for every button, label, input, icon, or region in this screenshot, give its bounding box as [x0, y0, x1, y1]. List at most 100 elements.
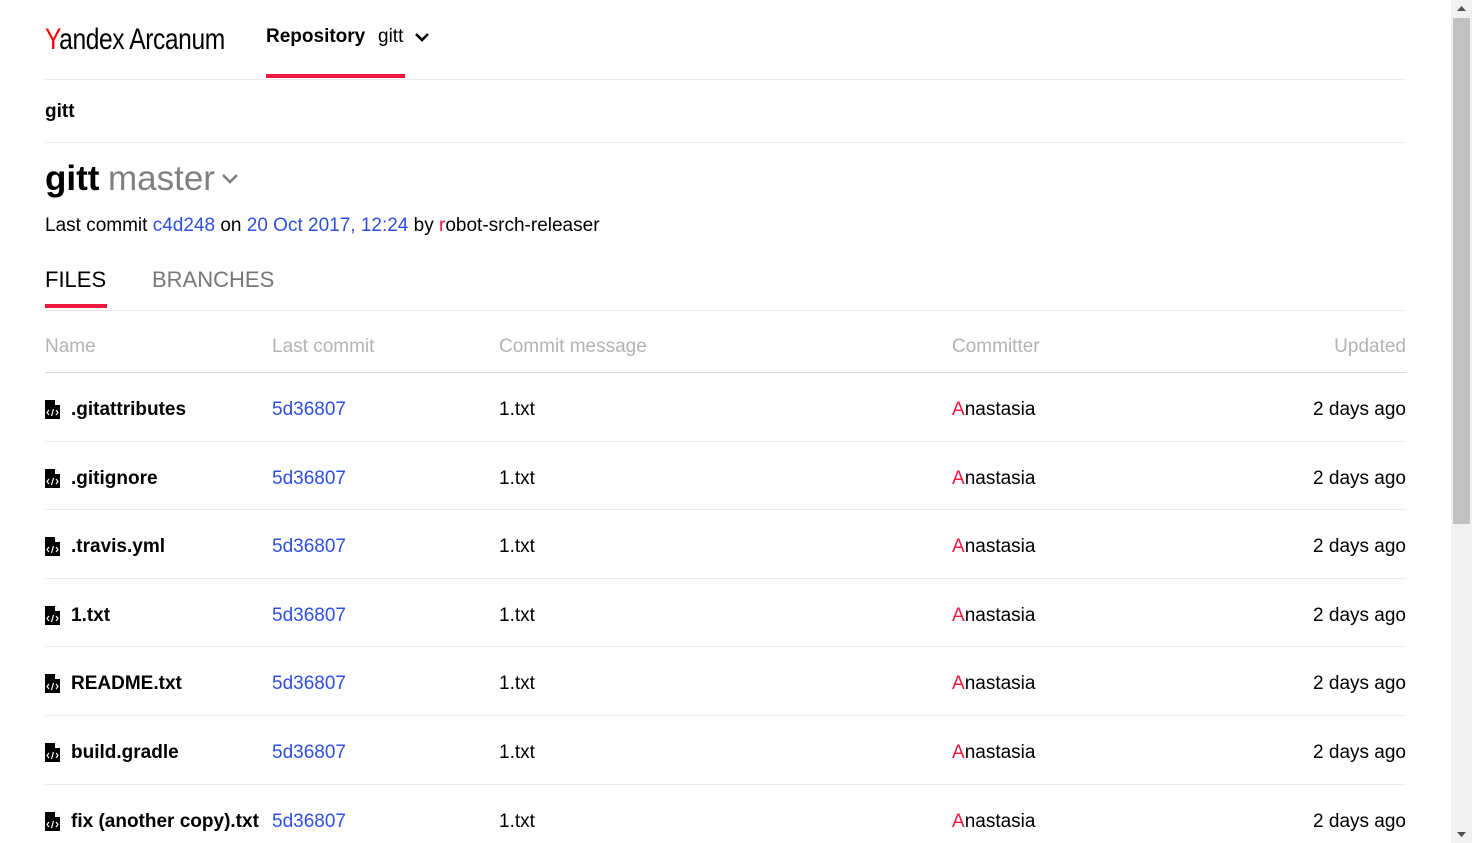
committer-link[interactable]: Anastasia	[952, 604, 1035, 628]
author-rest: obot-srch-releaser	[445, 215, 600, 236]
table-row: build.gradle 5d36807 1.txt Anastasia 2 days …	[45, 716, 1406, 785]
commit-message: 1.txt	[499, 810, 535, 832]
breadcrumb-item[interactable]: gitt	[45, 100, 75, 124]
file-code-icon	[45, 400, 60, 419]
updated-time: 2 days ago	[1313, 673, 1406, 695]
committer-rest: nastasia	[964, 741, 1036, 763]
commit-message: 1.txt	[499, 399, 535, 420]
logo-brand-initial: Y	[45, 23, 60, 56]
commit-hash-link[interactable]: 5d36807	[272, 467, 346, 491]
committer-initial: A	[952, 673, 965, 695]
commit-message: 1.txt	[499, 536, 535, 558]
branch-selector[interactable]: master	[108, 159, 215, 199]
table-body: .gitattributes 5d36807 1.txt Anastasia 2 day…	[45, 373, 1406, 843]
last-commit-prefix: Last commit	[45, 215, 148, 236]
tab-files[interactable]: FILES	[45, 267, 106, 293]
committer-initial: A	[952, 604, 965, 626]
committer-link[interactable]: Anastasia	[952, 741, 1035, 765]
repo-name: gitt	[45, 159, 100, 198]
file-name: README.txt	[71, 673, 182, 695]
file-code-icon	[45, 674, 60, 694]
table-row: 1.txt 5d36807 1.txt Anastasia 2 days ago	[45, 579, 1406, 648]
repository-selector-label: Repository	[266, 26, 366, 47]
scrollbar-thumb[interactable]	[1453, 18, 1470, 524]
file-name: .gitattributes	[71, 399, 187, 420]
commit-hash-link[interactable]: 5d36807	[272, 398, 346, 422]
file-name-link[interactable]: 1.txt	[45, 604, 110, 628]
committer-rest: nastasia	[964, 467, 1036, 489]
committer-link[interactable]: Anastasia	[952, 810, 1035, 834]
file-name: 1.txt	[71, 604, 111, 626]
table-row: fix (another copy).txt 5d36807 1.txt Anasta…	[45, 785, 1406, 843]
table-row: .travis.yml 5d36807 1.txt Anastasia 2 days a…	[45, 510, 1406, 579]
file-name-link[interactable]: .travis.yml	[45, 535, 165, 559]
logo-brand-rest: andex	[59, 23, 125, 56]
committer-initial: A	[952, 399, 965, 420]
committer-rest: nastasia	[964, 810, 1036, 832]
tab-branches[interactable]: BRANCHES	[152, 267, 274, 293]
committer-rest: nastasia	[964, 673, 1036, 695]
last-commit-info: Last commit c4d248 on 20 Oct 2017, 12:24…	[45, 214, 600, 238]
file-name-link[interactable]: build.gradle	[45, 741, 179, 765]
committer-link[interactable]: Anastasia	[952, 535, 1035, 559]
file-name: fix (another copy).txt	[71, 810, 259, 832]
file-code-icon	[45, 742, 60, 762]
vertical-scrollbar[interactable]	[1451, 0, 1472, 843]
repository-selector-value: gitt	[378, 26, 404, 47]
logo[interactable]: Yandex Arcanum	[45, 22, 225, 58]
committer-link[interactable]: Anastasia	[952, 398, 1035, 422]
chevron-down-icon	[415, 33, 429, 42]
file-code-icon	[45, 537, 60, 557]
repository-selector[interactable]: Repository gitt	[266, 0, 429, 80]
table-row: .gitattributes 5d36807 1.txt Anastasia 2 day…	[45, 373, 1406, 442]
breadcrumb: gitt	[45, 80, 1406, 143]
commit-hash-link[interactable]: 5d36807	[272, 604, 346, 628]
column-header-commit-message: Commit message	[499, 336, 647, 357]
repo-title: gitt master	[45, 143, 1406, 213]
chevron-down-icon[interactable]	[219, 168, 241, 190]
top-header: Yandex Arcanum Repository gitt	[45, 0, 1406, 80]
updated-time: 2 days ago	[1313, 399, 1406, 420]
committer-link[interactable]: Anastasia	[952, 467, 1035, 491]
active-tab-indicator	[45, 304, 107, 308]
commit-hash-link[interactable]: 5d36807	[272, 672, 346, 696]
commit-hash-link[interactable]: 5d36807	[272, 810, 346, 834]
updated-time: 2 days ago	[1313, 604, 1406, 626]
committer-rest: nastasia	[964, 536, 1036, 558]
on-label: on	[220, 215, 242, 236]
commit-message: 1.txt	[499, 604, 535, 626]
file-name: .travis.yml	[71, 536, 165, 558]
column-header-updated: Updated	[1334, 336, 1406, 357]
commit-hash-link[interactable]: 5d36807	[272, 741, 346, 765]
scroll-up-arrow-icon[interactable]	[1451, 0, 1472, 17]
committer-initial: A	[952, 741, 965, 763]
file-name-link[interactable]: .gitattributes	[45, 398, 186, 422]
file-code-icon	[45, 468, 60, 488]
file-name-link[interactable]: fix (another copy).txt	[45, 810, 259, 834]
committer-initial: A	[952, 810, 965, 832]
last-commit-hash-link[interactable]: c4d248	[153, 215, 215, 236]
by-label: by	[413, 215, 434, 236]
committer-link[interactable]: Anastasia	[952, 672, 1035, 696]
file-name-link[interactable]: README.txt	[45, 672, 182, 696]
commit-message: 1.txt	[499, 741, 535, 763]
file-code-icon	[45, 811, 60, 831]
column-header-name: Name	[45, 336, 96, 357]
commit-message: 1.txt	[499, 673, 535, 695]
commit-message: 1.txt	[499, 467, 535, 489]
last-commit-date-link[interactable]: 20 Oct 2017, 12:24	[247, 215, 409, 236]
column-header-last-commit: Last commit	[272, 336, 375, 357]
repo-tabs: FILES BRANCHES	[45, 262, 1406, 311]
file-code-icon	[45, 605, 60, 625]
last-commit-author-link[interactable]: robot-srch-releaser	[439, 215, 600, 236]
column-header-committer: Committer	[952, 336, 1040, 357]
table-row: README.txt 5d36807 1.txt Anastasia 2 days ag…	[45, 647, 1406, 716]
scroll-down-arrow-icon[interactable]	[1451, 826, 1472, 843]
active-nav-indicator	[266, 74, 405, 78]
updated-time: 2 days ago	[1313, 467, 1406, 489]
commit-hash-link[interactable]: 5d36807	[272, 535, 346, 559]
table-header: Name Last commit Commit message Committe…	[45, 311, 1406, 373]
updated-time: 2 days ago	[1313, 536, 1406, 558]
file-name-link[interactable]: .gitignore	[45, 467, 158, 491]
updated-time: 2 days ago	[1313, 810, 1406, 832]
